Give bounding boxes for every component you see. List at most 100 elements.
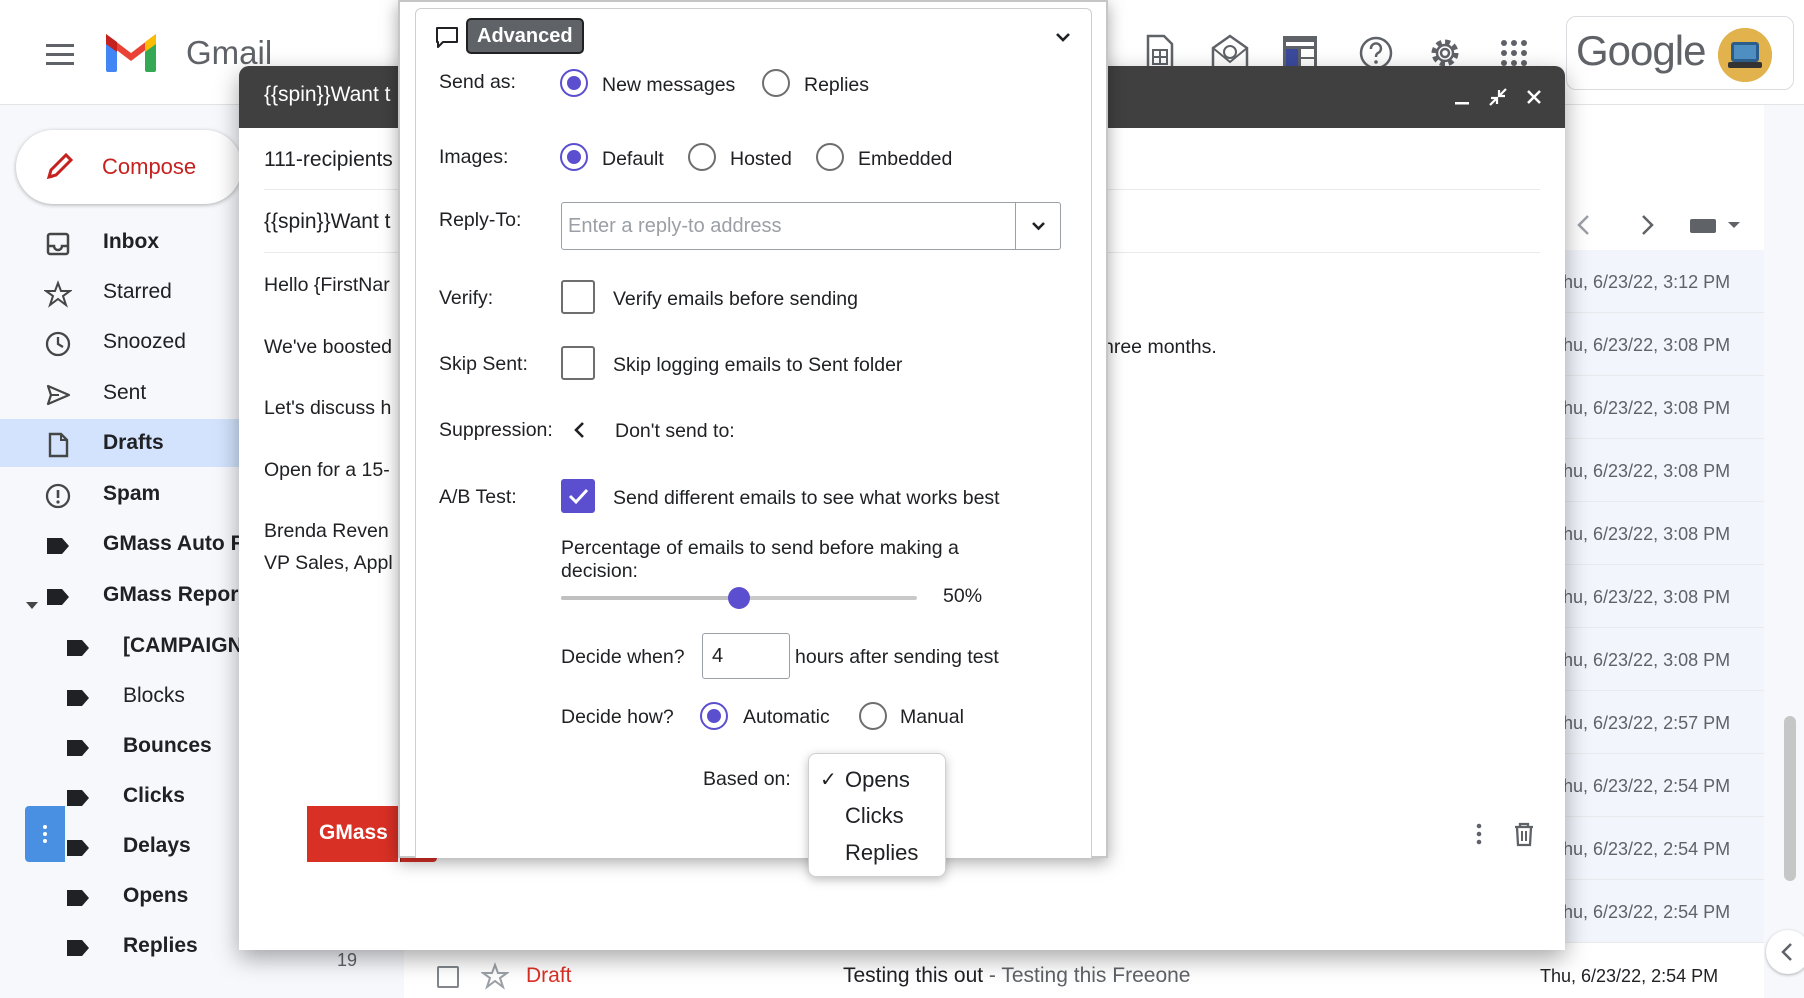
row-subject: Testing this out - Testing this Freeone — [843, 964, 1190, 988]
body-line[interactable]: Let's discuss h — [264, 397, 391, 420]
percentage-label-2: decision: — [561, 560, 638, 582]
reply-to-label: Reply-To: — [439, 209, 522, 231]
sidebar-item-label: [CAMPAIGN — [123, 634, 243, 657]
expand-arrow-icon[interactable] — [24, 598, 40, 614]
percentage-slider-fill — [561, 596, 739, 600]
send-as-new-label[interactable]: New messages — [602, 74, 735, 97]
main-menu-icon[interactable] — [40, 34, 80, 74]
decide-automatic-radio[interactable] — [700, 702, 728, 730]
clock-icon — [44, 330, 72, 358]
decide-automatic-label[interactable]: Automatic — [743, 706, 830, 729]
recipients-field[interactable]: 111-recipients — [264, 148, 393, 172]
draft-icon — [44, 431, 72, 459]
hours-input[interactable] — [702, 633, 790, 679]
selected-checkmark-icon: ✓ — [820, 769, 837, 791]
gmass-settings-button[interactable] — [25, 806, 65, 862]
row-checkbox[interactable] — [437, 966, 459, 988]
based-on-option-clicks[interactable]: Clicks — [845, 803, 904, 829]
body-line[interactable]: Brenda Reven — [264, 520, 389, 543]
verify-checkbox[interactable] — [561, 280, 595, 314]
label-icon — [64, 634, 92, 662]
trash-icon[interactable] — [1508, 818, 1540, 850]
row-date: Thu, 6/23/22, 2:54 PM — [1552, 902, 1731, 922]
mail-list-scrollbar[interactable] — [1784, 716, 1796, 881]
sidebar-item-label: Starred — [103, 280, 172, 303]
skip-sent-text[interactable]: Skip logging emails to Sent folder — [613, 354, 902, 377]
images-hosted-label[interactable]: Hosted — [730, 148, 792, 171]
star-icon — [44, 280, 72, 308]
row-date: Thu, 6/23/22, 3:08 PM — [1552, 587, 1731, 607]
inbox-icon — [44, 230, 72, 258]
sidebar-item-label: Drafts — [103, 431, 164, 454]
label-icon — [64, 734, 92, 762]
images-default-label[interactable]: Default — [602, 148, 664, 171]
decide-when-label: Decide when? — [561, 646, 685, 668]
sidebar-item-label: GMass Repor — [103, 583, 239, 606]
side-panel-toggle-icon[interactable] — [1766, 930, 1804, 974]
suppression-label: Suppression: — [439, 419, 553, 441]
label-icon — [64, 884, 92, 912]
avatar[interactable] — [1718, 28, 1772, 82]
percentage-value: 50% — [943, 585, 983, 607]
compose-label: Compose — [102, 154, 197, 179]
images-hosted-radio[interactable] — [688, 143, 716, 171]
body-line-tail[interactable]: hree months. — [1103, 336, 1217, 359]
based-on-label: Based on: — [703, 768, 791, 790]
row-date: Thu, 6/23/22, 3:08 PM — [1552, 650, 1731, 670]
label-icon — [64, 934, 92, 962]
sidebar-item-label: Replies — [123, 934, 198, 957]
sidebar-item-label: Blocks — [123, 684, 185, 707]
minimize-icon[interactable] — [1449, 84, 1475, 110]
skip-sent-checkbox[interactable] — [561, 346, 595, 380]
row-date: Thu, 6/23/22, 3:08 PM — [1552, 398, 1731, 418]
body-line[interactable]: We've boosted — [264, 336, 392, 359]
close-icon[interactable] — [1521, 84, 1547, 110]
subject-field[interactable]: {{spin}}Want t — [264, 210, 390, 234]
label-icon — [44, 532, 72, 560]
based-on-option-replies[interactable]: Replies — [845, 840, 918, 866]
decide-manual-label[interactable]: Manual — [900, 706, 964, 729]
ab-test-text[interactable]: Send different emails to see what works … — [613, 487, 1000, 510]
send-as-replies-label[interactable]: Replies — [804, 74, 869, 97]
verify-text[interactable]: Verify emails before sending — [613, 288, 858, 311]
skip-sent-label: Skip Sent: — [439, 353, 528, 375]
draft-tag: Draft — [526, 964, 572, 987]
based-on-option-opens[interactable]: Opens — [845, 767, 910, 793]
chevron-left-icon[interactable] — [570, 418, 590, 442]
ab-test-label: A/B Test: — [439, 486, 517, 508]
replies-count-badge: 19 — [337, 950, 358, 970]
sidebar-item-label: Inbox — [103, 230, 159, 253]
send-as-new-radio[interactable] — [560, 69, 588, 97]
sidebar-item-label: Sent — [103, 381, 147, 404]
row-date: Thu, 6/23/22, 3:12 PM — [1552, 272, 1731, 292]
percentage-slider-thumb[interactable] — [728, 587, 750, 609]
images-embedded-radio[interactable] — [816, 143, 844, 171]
images-label: Images: — [439, 146, 509, 168]
sidebar-item-label: Clicks — [123, 784, 185, 807]
comment-icon — [434, 24, 460, 50]
advanced-title[interactable]: Advanced — [466, 18, 584, 54]
reply-to-dropdown[interactable] — [1015, 203, 1060, 249]
compose-header-title: {{spin}}Want t — [264, 83, 391, 106]
exit-fullscreen-icon[interactable] — [1485, 84, 1511, 110]
ab-test-checkbox[interactable] — [561, 479, 595, 513]
more-options-icon[interactable] — [1463, 818, 1495, 850]
decide-manual-radio[interactable] — [859, 702, 887, 730]
row-date: Thu, 6/23/22, 3:08 PM — [1552, 524, 1731, 544]
suppression-text[interactable]: Don't send to: — [615, 420, 735, 443]
sidebar-item-label: GMass Auto F — [103, 532, 244, 555]
send-as-replies-radio[interactable] — [762, 69, 790, 97]
star-icon[interactable] — [481, 962, 509, 990]
chevron-down-icon[interactable] — [1050, 24, 1076, 50]
images-default-radio[interactable] — [560, 143, 588, 171]
reply-to-input[interactable] — [568, 206, 1008, 246]
send-icon — [44, 381, 72, 409]
images-embedded-label[interactable]: Embedded — [858, 148, 952, 171]
body-line[interactable]: VP Sales, Appl — [264, 552, 393, 575]
body-line[interactable]: Open for a 15- — [264, 459, 390, 482]
sidebar-item-label: Spam — [103, 482, 161, 505]
gmail-logo-icon — [104, 30, 158, 74]
list-pagination — [1570, 210, 1770, 240]
row-date: Thu, 6/23/22, 2:54 PM — [1540, 966, 1719, 986]
body-line[interactable]: Hello {FirstNar — [264, 274, 390, 297]
